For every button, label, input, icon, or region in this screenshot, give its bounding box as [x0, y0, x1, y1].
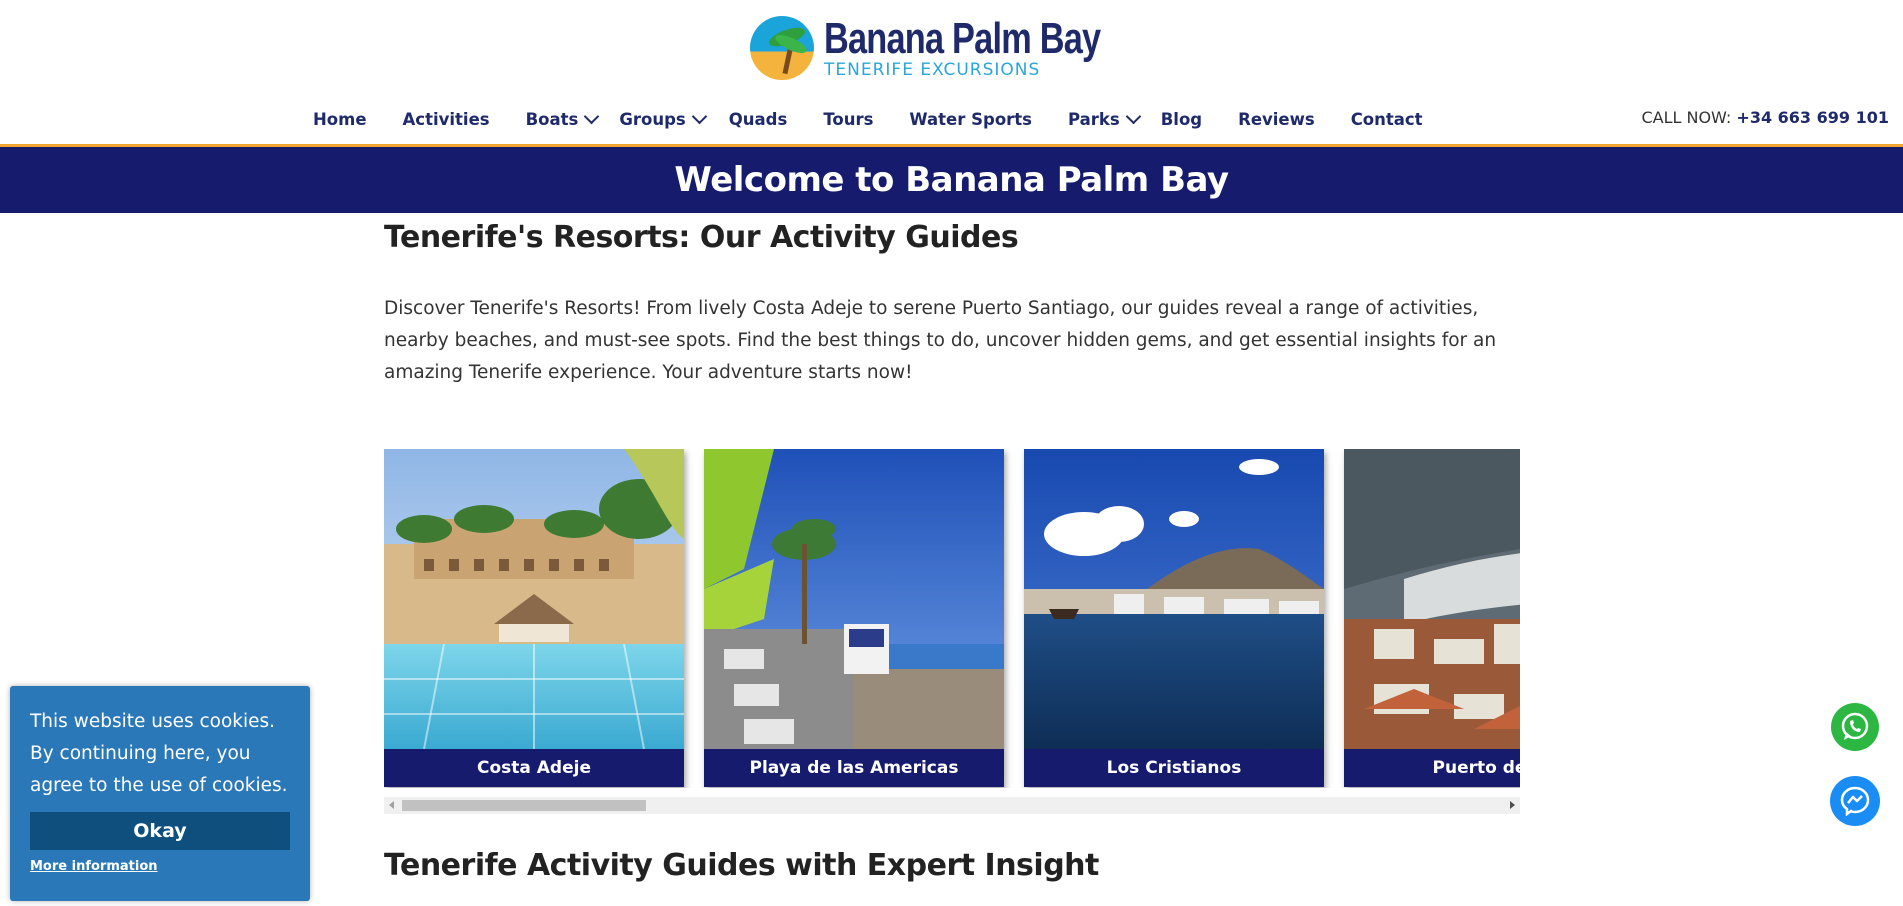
section-heading: Tenerife's Resorts: Our Activity Guides [384, 220, 1019, 255]
scroll-right-arrow-icon[interactable] [1510, 801, 1515, 809]
playa-de-las-americas-image [704, 449, 1004, 749]
puerto-del-la-image [1344, 449, 1520, 749]
nav-boats[interactable]: Boats [526, 108, 600, 129]
card-caption[interactable]: Puerto del la [1344, 749, 1520, 787]
gallery-scrollbar[interactable] [384, 797, 1520, 814]
messenger-icon [1840, 786, 1870, 816]
logo-name: Banana Palm Bay [824, 14, 1101, 63]
scrollbar-thumb[interactable] [402, 800, 646, 811]
intro-paragraph: Discover Tenerife's Resorts! From lively… [384, 298, 1497, 383]
nav-water-sports[interactable]: Water Sports [909, 110, 1032, 129]
resort-card[interactable]: Costa Adeje [384, 449, 684, 787]
chevron-down-icon [691, 108, 708, 125]
resort-card[interactable]: Playa de las Americas [704, 449, 1004, 787]
palm-logo-icon [750, 16, 814, 80]
chevron-down-icon [1125, 108, 1142, 125]
cookie-more-info-link[interactable]: More information [30, 859, 158, 874]
main-content: Tenerife's Resorts: Our Activity Guides … [384, 220, 1520, 389]
nav-blog[interactable]: Blog [1161, 110, 1202, 129]
whatsapp-icon [1841, 712, 1869, 740]
logo-tagline: TENERIFE EXCURSIONS [824, 60, 1041, 80]
phone-number[interactable]: +34 663 699 101 [1736, 108, 1889, 127]
resort-card[interactable]: Puerto del la [1344, 449, 1520, 787]
nav-activities[interactable]: Activities [403, 110, 490, 129]
welcome-banner: Welcome to Banana Palm Bay [0, 147, 1903, 213]
card-caption[interactable]: Costa Adeje [384, 749, 684, 787]
main-nav: Home Activities Boats Groups Quads Tours… [300, 104, 1423, 134]
cookie-okay-button[interactable]: Okay [30, 812, 290, 850]
nav-tours[interactable]: Tours [823, 110, 873, 129]
site-header: Banana Palm Bay TENERIFE EXCURSIONS Home… [0, 0, 1903, 147]
nav-home[interactable]: Home [313, 110, 367, 129]
cookie-message: This website uses cookies. By continuing… [30, 711, 288, 796]
card-caption[interactable]: Los Cristianos [1024, 749, 1324, 787]
nav-parks[interactable]: Parks [1068, 108, 1142, 129]
call-now[interactable]: CALL NOW: +34 663 699 101 [1641, 108, 1889, 127]
nav-contact[interactable]: Contact [1351, 110, 1423, 129]
scroll-left-arrow-icon[interactable] [389, 801, 394, 809]
banner-title: Welcome to Banana Palm Bay [674, 160, 1229, 200]
los-cristianos-image [1024, 449, 1324, 749]
whatsapp-button[interactable] [1831, 703, 1879, 751]
messenger-button[interactable] [1830, 776, 1880, 826]
section-heading-2: Tenerife Activity Guides with Expert Ins… [384, 848, 1099, 883]
resort-gallery[interactable]: Costa Adeje Playa de las Americas Los Cr… [384, 449, 1520, 788]
resort-card[interactable]: Los Cristianos [1024, 449, 1324, 787]
nav-groups[interactable]: Groups [619, 108, 708, 129]
site-logo[interactable]: Banana Palm Bay TENERIFE EXCURSIONS [750, 12, 1101, 84]
call-label: CALL NOW: [1641, 108, 1732, 127]
cookie-banner: This website uses cookies. By continuing… [10, 686, 310, 901]
card-caption[interactable]: Playa de las Americas [704, 749, 1004, 787]
nav-reviews[interactable]: Reviews [1238, 110, 1315, 129]
nav-quads[interactable]: Quads [729, 110, 788, 129]
costa-adeje-image [384, 449, 684, 749]
chevron-down-icon [584, 108, 600, 125]
